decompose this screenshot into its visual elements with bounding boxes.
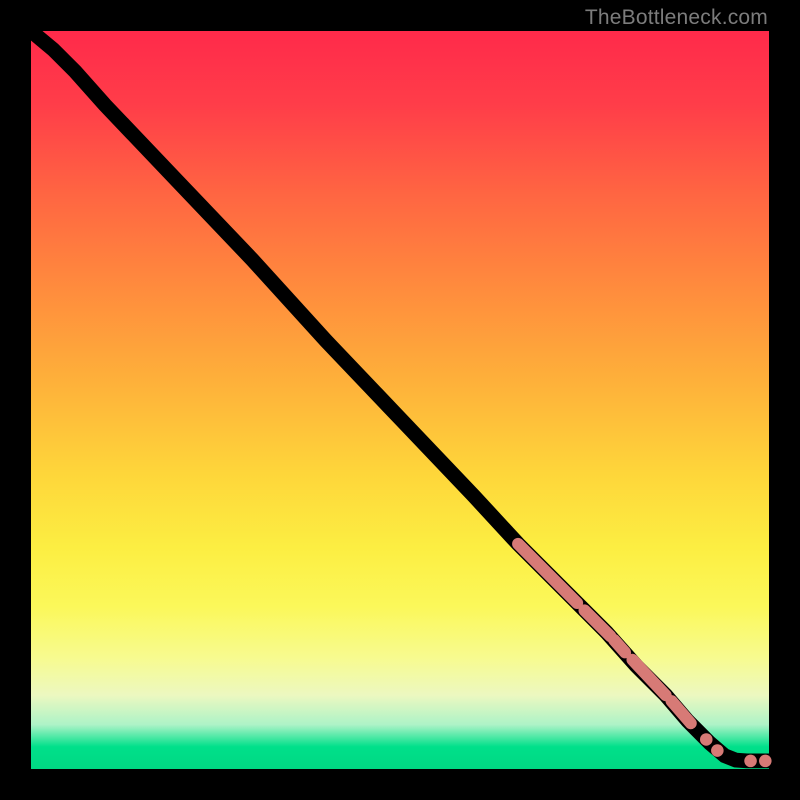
chart-stage: TheBottleneck.com <box>0 0 800 800</box>
data-point <box>711 744 724 757</box>
highlight-segment <box>632 660 665 695</box>
bottleneck-curve <box>31 31 769 761</box>
highlight-segment <box>518 544 577 603</box>
watermark-text: TheBottleneck.com <box>585 6 768 30</box>
data-point <box>700 733 713 746</box>
chart-overlay <box>31 31 769 769</box>
highlight-segment <box>672 701 691 723</box>
data-point <box>759 755 772 768</box>
highlight-segment <box>614 640 625 653</box>
data-point <box>744 755 757 768</box>
highlight-segments <box>518 544 691 723</box>
